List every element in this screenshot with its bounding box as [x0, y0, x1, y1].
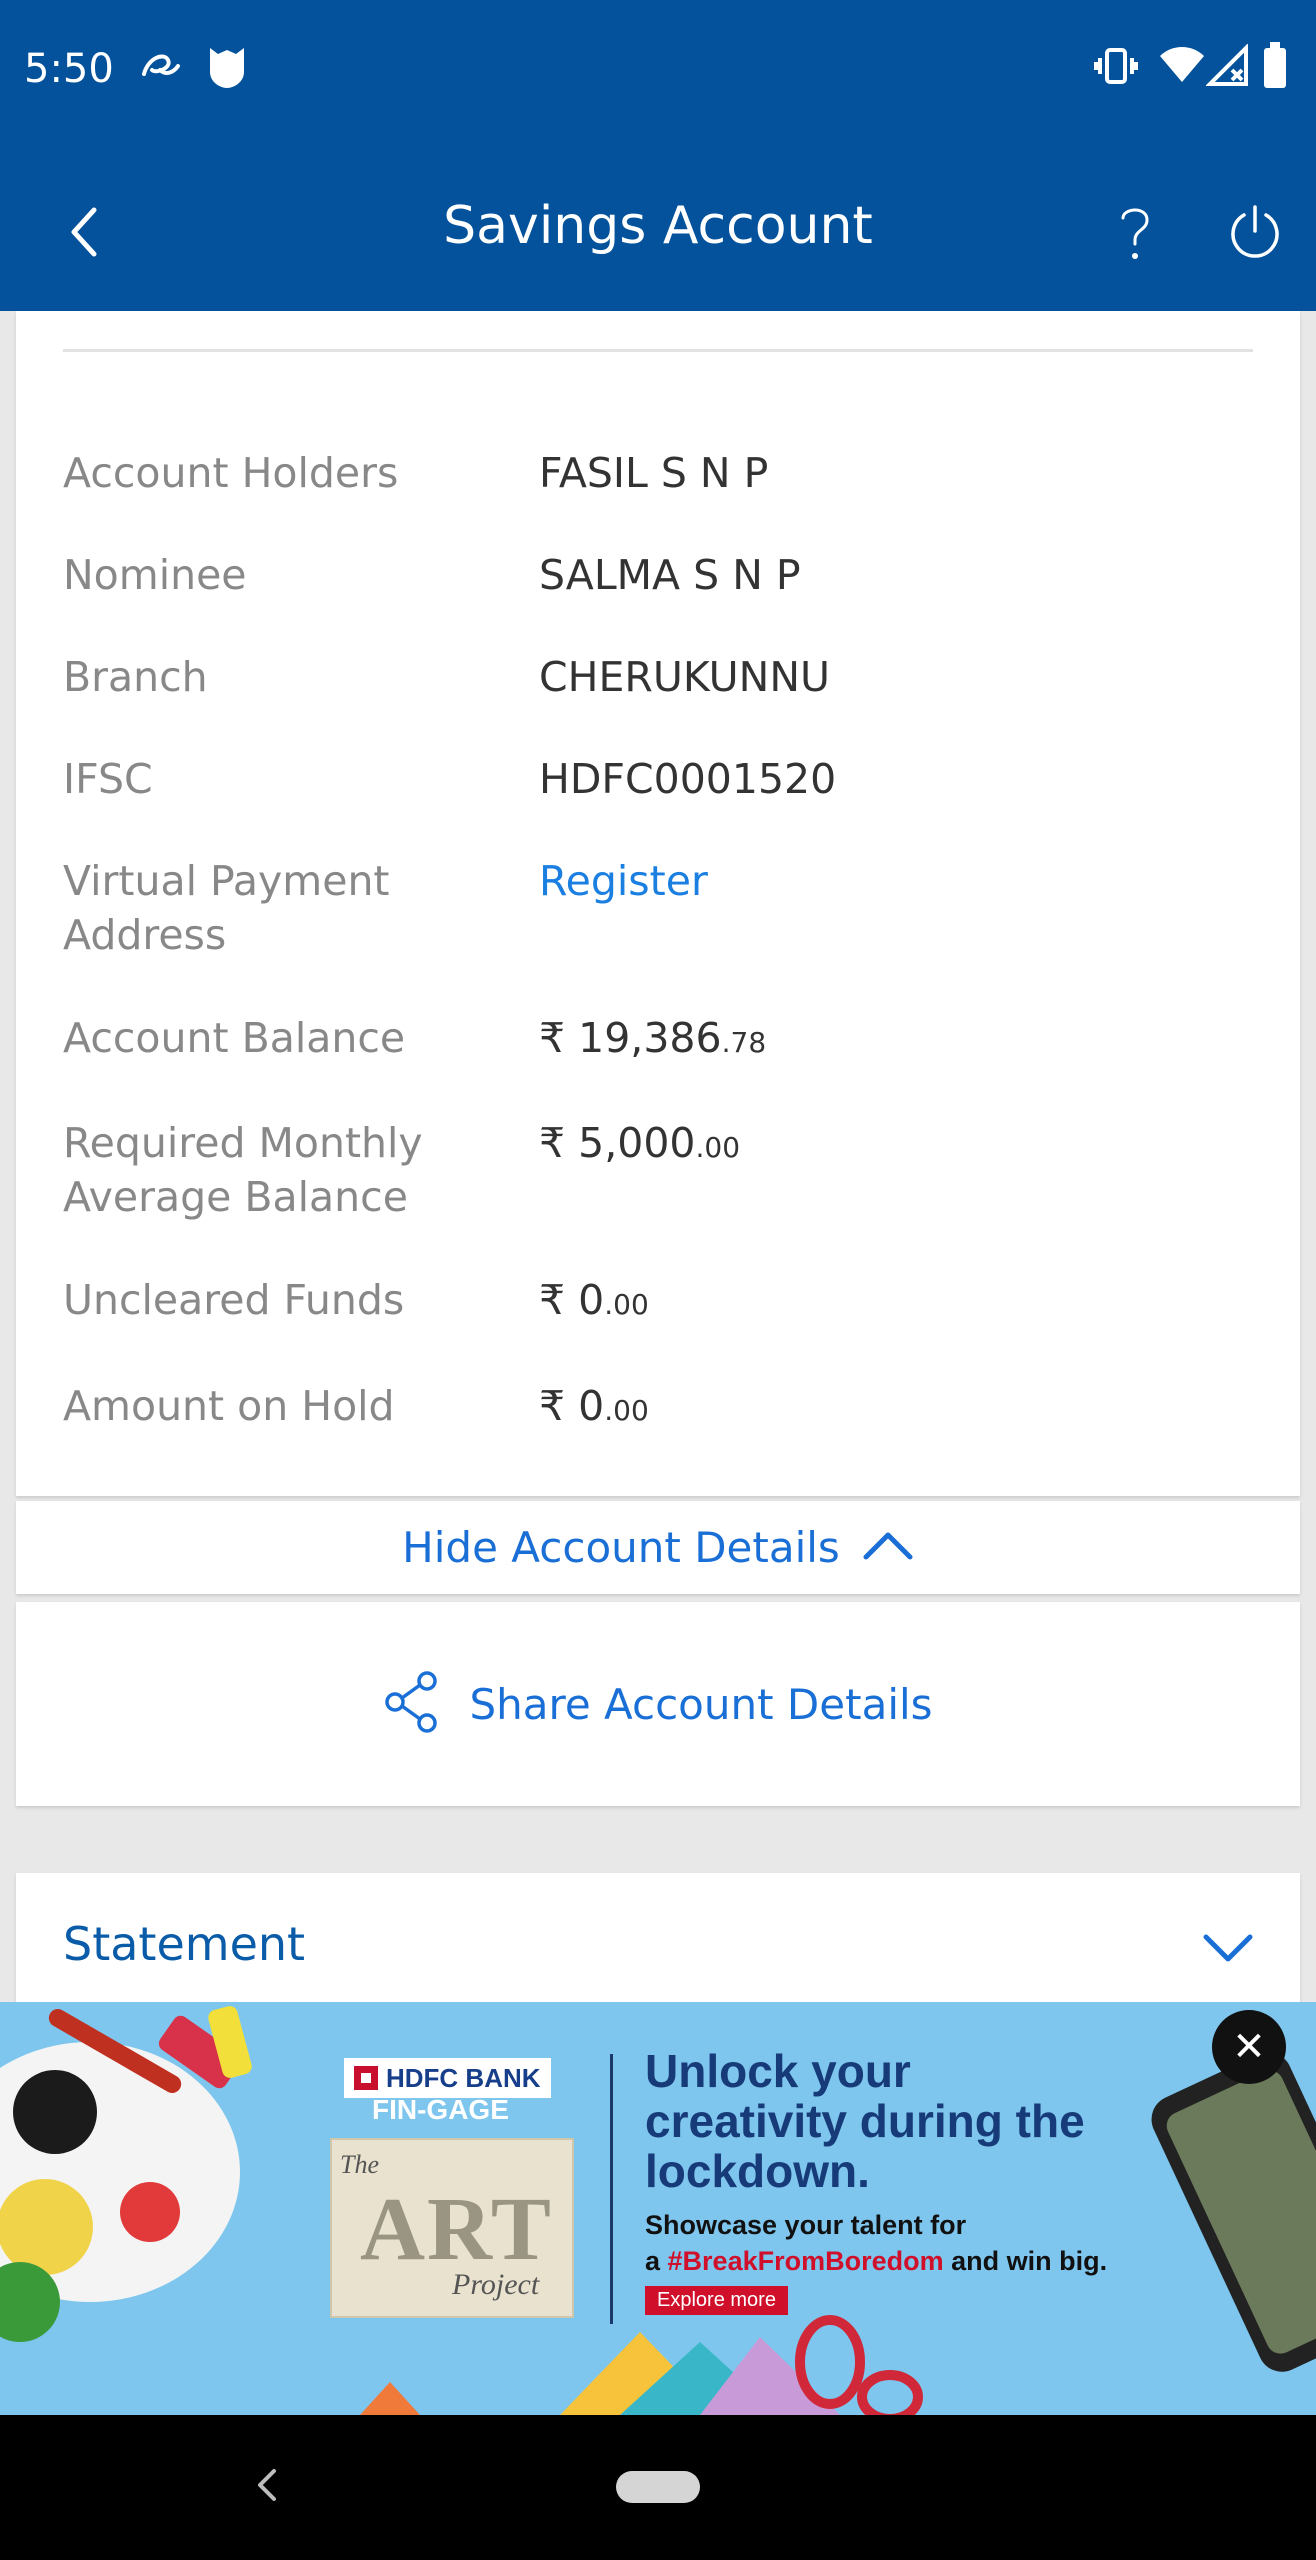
detail-label: IFSC [63, 755, 153, 803]
status-bar: 5:50 [0, 0, 1316, 150]
detail-value: FASIL S N P [539, 449, 769, 497]
art-project-logo: The ART Project [330, 2138, 574, 2318]
hide-account-details-row: Hide Account Details [16, 1501, 1300, 1594]
vibrate-icon [1094, 44, 1138, 92]
hashtag: #BreakFromBoredom [667, 2246, 944, 2276]
banner-subtext-2: a #BreakFromBoredom and win big. [645, 2246, 1107, 2277]
detail-label: Branch [63, 653, 208, 701]
amount-decimal: .00 [604, 1288, 649, 1321]
currency-symbol: ₹ [539, 1014, 566, 1062]
statement-title: Statement [63, 1917, 306, 1971]
nav-home-button[interactable] [616, 2471, 700, 2503]
statement-section[interactable]: Statement [16, 1873, 1300, 2013]
help-button[interactable] [1095, 194, 1175, 274]
currency-symbol: ₹ [539, 1382, 566, 1430]
battery-icon [1262, 42, 1288, 94]
amount-decimal: .00 [695, 1131, 741, 1164]
program-name: FIN-GAGE [372, 2094, 509, 2125]
hdfc-bank-logo: HDFC BANK [344, 2058, 551, 2098]
hdfc-logo-icon [354, 2066, 378, 2090]
notification-icon [138, 44, 182, 88]
power-icon [1228, 203, 1282, 265]
share-account-details-label: Share Account Details [469, 1679, 933, 1729]
signal-icon [1205, 43, 1250, 92]
share-account-details-row: Share Account Details [16, 1602, 1300, 1806]
subtext-prefix: a [645, 2246, 668, 2276]
detail-label: Account Holders [63, 449, 399, 497]
wifi-icon [1158, 44, 1206, 88]
logout-button[interactable] [1215, 194, 1295, 274]
art-project-text: Project [452, 2268, 540, 2301]
share-account-details-button[interactable]: Share Account Details [16, 1602, 1300, 1806]
detail-label: Amount on Hold [63, 1382, 395, 1430]
status-time: 5:50 [24, 46, 114, 92]
close-icon: ✕ [1232, 2024, 1266, 2070]
hide-account-details-label: Hide Account Details [402, 1523, 840, 1572]
required-balance-value: ₹ 5,000.00 [539, 1116, 740, 1175]
help-icon [1115, 202, 1155, 266]
account-details-card: Account Holders FASIL S N P Nominee SALM… [16, 311, 1300, 1496]
detail-value: CHERUKUNNU [539, 653, 831, 701]
uncleared-funds-value: ₹ 0.00 [539, 1273, 649, 1332]
amount-decimal: .78 [721, 1026, 767, 1059]
amount-whole: 5,000 [578, 1119, 696, 1167]
amount-whole: 0 [578, 1276, 605, 1324]
share-icon [383, 1671, 439, 1737]
art-the-text: The [340, 2150, 379, 2179]
chevron-down-icon[interactable] [1202, 1933, 1254, 1967]
hide-account-details-button[interactable]: Hide Account Details [16, 1501, 1300, 1594]
banner-subtext: Showcase your talent for [645, 2210, 967, 2240]
close-banner-button[interactable]: ✕ [1212, 2010, 1286, 2084]
art-word: ART [360, 2180, 553, 2279]
amount-on-hold-value: ₹ 0.00 [539, 1379, 649, 1438]
banner-headline: Unlock your creativity during the lockdo… [645, 2045, 1085, 2197]
app-bar: Savings Account [0, 150, 1316, 311]
detail-label: Account Balance [63, 1014, 406, 1062]
detail-label: Uncleared Funds [63, 1276, 405, 1324]
promo-banner[interactable]: HDFC BANK FIN-GAGE The ART Project Unloc… [0, 2002, 1316, 2415]
amount-whole: 19,386 [578, 1014, 722, 1062]
explore-more-button[interactable]: Explore more [645, 2286, 788, 2315]
detail-label: Required Monthly Average Balance [63, 1119, 423, 1221]
account-balance-value: ₹ 19,386.78 [539, 1011, 766, 1070]
currency-symbol: ₹ [539, 1276, 566, 1324]
detail-value: HDFC0001520 [539, 755, 837, 803]
register-link[interactable]: Register [539, 854, 708, 908]
detail-label: Virtual Payment Address [63, 857, 390, 959]
brand-name: HDFC BANK [386, 2062, 541, 2093]
nav-back-button[interactable] [252, 2463, 282, 2511]
chevron-up-icon [862, 1531, 914, 1565]
amount-whole: 0 [578, 1382, 605, 1430]
system-nav-bar [0, 2415, 1316, 2560]
shield-icon [208, 46, 246, 94]
currency-symbol: ₹ [539, 1119, 566, 1167]
divider [63, 349, 1253, 352]
subtext-suffix: and win big. [943, 2246, 1108, 2276]
detail-value: SALMA S N P [539, 551, 801, 599]
banner-divider [610, 2054, 613, 2324]
detail-label: Nominee [63, 551, 247, 599]
amount-decimal: .00 [604, 1394, 649, 1427]
